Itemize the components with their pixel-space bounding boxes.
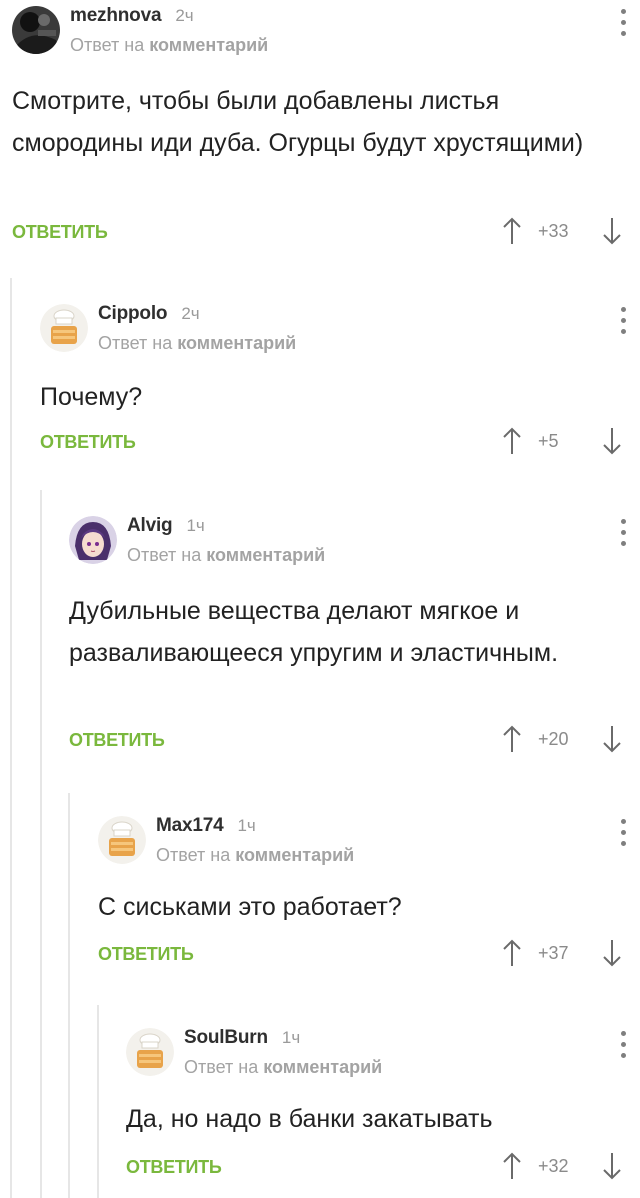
avatar[interactable] [126, 1028, 174, 1076]
comment-time: 2ч [181, 304, 200, 323]
upvote-arrow-icon[interactable] [502, 216, 522, 246]
author-name[interactable]: SoulBurn [184, 1027, 268, 1048]
reply-target-link[interactable]: комментарий [149, 35, 268, 55]
author-name[interactable]: mezhnova [70, 5, 162, 26]
reply-prefix: Ответ на [127, 545, 202, 565]
author-name[interactable]: Cippolo [98, 303, 168, 324]
downvote-arrow-icon[interactable] [602, 1151, 622, 1181]
dark-photo-avatar-icon [12, 6, 60, 54]
reply-prefix: Ответ на [156, 845, 231, 865]
reply-button[interactable]: ОТВЕТИТЬ [126, 1155, 222, 1179]
thread-line-level-1 [10, 278, 12, 1198]
reply-target-link[interactable]: комментарий [263, 1057, 382, 1077]
comment-text: Смотрите, чтобы были добавлены листья см… [12, 87, 584, 157]
author-name[interactable]: Alvig [127, 515, 173, 536]
avatar[interactable] [98, 816, 146, 864]
upvote-arrow-icon[interactable] [502, 426, 522, 456]
rating: +37 [502, 938, 632, 968]
avatar[interactable] [40, 304, 88, 352]
thread-line-level-3 [68, 793, 70, 1198]
more-options-icon[interactable] [620, 9, 626, 39]
more-options-icon[interactable] [620, 1031, 626, 1061]
comment-time: 1ч [237, 816, 256, 835]
reply-target-link[interactable]: комментарий [177, 333, 296, 353]
comment: SoulBurn 1ч Ответ на комментарий Да, но н… [126, 1027, 640, 1196]
reply-button[interactable]: ОТВЕТИТЬ [98, 942, 194, 966]
rating-score: +20 [538, 729, 569, 749]
comment: Alvig 1ч Ответ на комментарий Дубильные в… [69, 515, 640, 772]
reply-target-link[interactable]: комментарий [206, 545, 325, 565]
reply-button[interactable]: ОТВЕТИТЬ [40, 430, 136, 454]
upvote-arrow-icon[interactable] [502, 724, 522, 754]
rating-score: +5 [538, 431, 559, 451]
more-options-icon[interactable] [620, 519, 626, 549]
downvote-arrow-icon[interactable] [602, 426, 622, 456]
downvote-arrow-icon[interactable] [602, 216, 622, 246]
default-chef-avatar-icon [98, 816, 146, 864]
rating-score: +33 [538, 221, 569, 241]
rating: +20 [502, 724, 632, 754]
comment-text: Да, но надо в банки закатывать [126, 1105, 493, 1133]
comment-time: 1ч [186, 516, 205, 535]
reply-button[interactable]: ОТВЕТИТЬ [12, 220, 108, 244]
comment-text: Дубильные вещества делают мягкое и разва… [69, 597, 559, 667]
comment-text: Почему? [40, 383, 143, 411]
reply-prefix: Ответ на [70, 35, 145, 55]
more-options-icon[interactable] [620, 819, 626, 849]
anime-girl-avatar-icon [69, 516, 117, 564]
author-name[interactable]: Max174 [156, 815, 224, 836]
avatar[interactable] [12, 6, 60, 54]
rating: +33 [502, 216, 632, 246]
reply-prefix: Ответ на [184, 1057, 259, 1077]
upvote-arrow-icon[interactable] [502, 1151, 522, 1181]
upvote-arrow-icon[interactable] [502, 938, 522, 968]
comment: Cippolo 2ч Ответ на комментарий Почему? О… [40, 303, 640, 474]
reply-button[interactable]: ОТВЕТИТЬ [69, 728, 165, 752]
downvote-arrow-icon[interactable] [602, 938, 622, 968]
reply-prefix: Ответ на [98, 333, 173, 353]
rating: +5 [502, 426, 632, 456]
comment-text: С сиськами это работает? [98, 893, 402, 921]
comment-time: 1ч [281, 1028, 301, 1047]
avatar[interactable] [69, 516, 117, 564]
thread-line-level-2 [40, 490, 42, 1198]
default-chef-avatar-icon [126, 1028, 174, 1076]
more-options-icon[interactable] [620, 307, 626, 337]
comment-time: 2ч [175, 6, 194, 25]
reply-target-link[interactable]: комментарий [235, 845, 354, 865]
downvote-arrow-icon[interactable] [602, 724, 622, 754]
rating-score: +37 [538, 943, 569, 963]
rating: +32 [502, 1151, 632, 1181]
comment: Max174 1ч Ответ на комментарий С сиськами… [98, 815, 640, 986]
thread-line-level-4 [97, 1005, 99, 1198]
default-chef-avatar-icon [40, 304, 88, 352]
comment: mezhnova 2ч Ответ на комментарий Смотрите… [12, 5, 640, 256]
rating-score: +32 [538, 1156, 569, 1176]
